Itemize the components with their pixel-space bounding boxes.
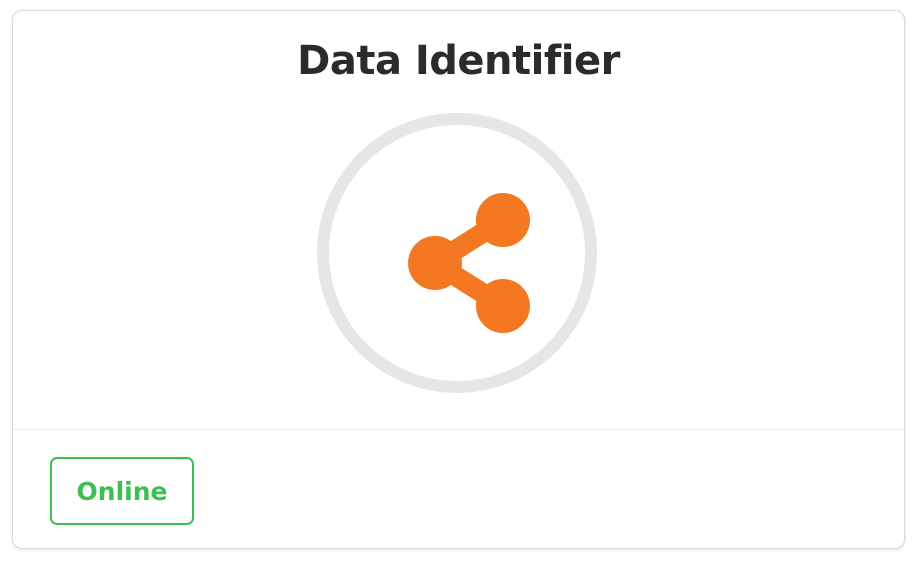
share-icon bbox=[408, 193, 530, 333]
status-badge[interactable]: Online bbox=[50, 457, 194, 525]
icon-ring bbox=[317, 113, 597, 393]
card-footer: Online bbox=[13, 430, 904, 548]
card-title: Data Identifier bbox=[297, 38, 620, 84]
card-body: Data Identifier bbox=[13, 11, 904, 429]
data-identifier-card[interactable]: Data Identifier Online bbox=[12, 10, 905, 549]
